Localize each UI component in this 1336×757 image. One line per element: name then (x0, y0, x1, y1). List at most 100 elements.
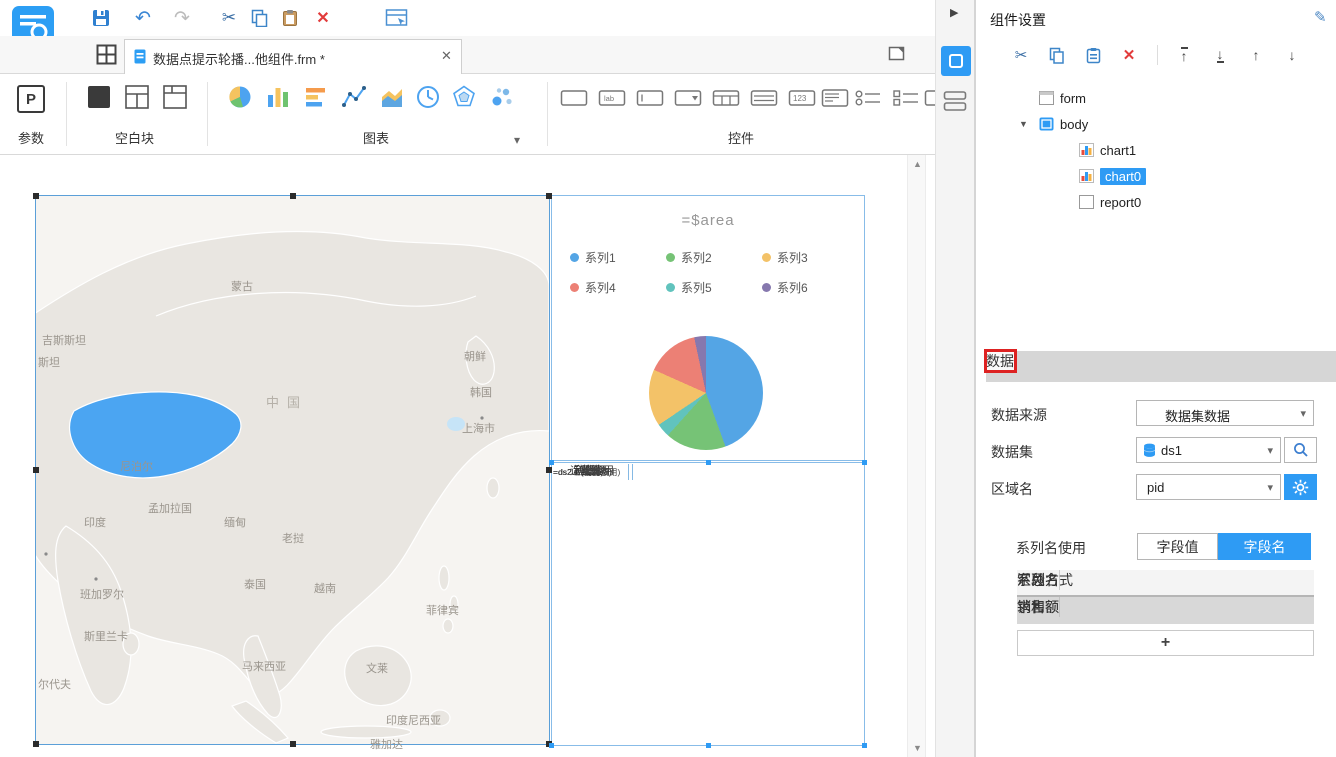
dataset-select[interactable]: ds1 ▾ (1136, 437, 1281, 463)
pie-chart-component[interactable]: =$area 系列1 系列2 系列3 系列4 系列5 系列6 (551, 195, 865, 461)
collapse-panel-icon[interactable]: ▶ (950, 6, 958, 19)
label-widget-button[interactable]: lab (598, 88, 626, 114)
bar-chart-button[interactable] (303, 84, 329, 110)
selection-handle[interactable] (33, 467, 39, 473)
tab-overflow-button[interactable] (888, 46, 906, 64)
redo-button[interactable]: ↷ (169, 5, 195, 31)
report-formula-cell[interactable]: =ds2.G(运营费用) (552, 464, 633, 480)
map-label: 文莱 (366, 663, 388, 675)
series-field-value-button[interactable]: 字段值 (1137, 533, 1218, 560)
chart-legend: 系列1 系列2 系列3 系列4 系列5 系列6 (570, 246, 860, 310)
scroll-down-icon[interactable]: ▼ (908, 739, 927, 757)
canvas-vertical-scrollbar[interactable]: ▲ ▼ (907, 155, 926, 757)
selection-handle[interactable] (290, 193, 296, 199)
button-widget-button[interactable] (924, 88, 935, 114)
textfield-widget-button[interactable] (560, 88, 588, 114)
selection-handle[interactable] (33, 741, 39, 747)
scatter-chart-button[interactable] (489, 84, 515, 110)
selection-handle[interactable] (862, 743, 867, 748)
column-chart-button[interactable] (265, 84, 291, 110)
area-chart-button[interactable] (379, 84, 405, 110)
dataset-search-button[interactable] (1284, 437, 1317, 463)
tab-data[interactable]: 数据 (984, 349, 1017, 373)
map-chart-component[interactable]: 蒙古 吉斯斯坦 斯坦 朝鲜 韩国 中国 上海市 尼泊尔 孟加拉国 印度 缅甸 老… (33, 193, 552, 751)
selection-handle[interactable] (549, 743, 554, 748)
radar-chart-button[interactable] (451, 84, 477, 110)
tree-item-chart1[interactable]: chart1 (976, 138, 1336, 164)
move-to-bottom-button[interactable]: ↓ (1208, 44, 1232, 66)
cut-icon: ✂ (221, 8, 237, 27)
combobox-widget-button[interactable] (674, 88, 702, 114)
checkbox-group-widget-button[interactable] (892, 88, 918, 114)
copy-button[interactable] (246, 5, 272, 31)
area-name-label: 区域名 (991, 481, 1033, 497)
cut-button[interactable]: ✂ (1009, 44, 1033, 66)
move-up-button[interactable]: ↑ (1244, 44, 1268, 66)
tab-block-button[interactable] (162, 84, 188, 110)
selection-handle[interactable] (290, 741, 296, 747)
selection-handle[interactable] (546, 193, 552, 199)
widget-settings-button[interactable] (941, 46, 971, 76)
paste-button[interactable] (1081, 44, 1105, 66)
add-field-button[interactable]: + (1017, 630, 1314, 656)
report-block-button[interactable] (124, 84, 150, 110)
paste-button[interactable] (277, 5, 303, 31)
move-to-top-button[interactable]: ↑ (1172, 44, 1196, 66)
save-button[interactable] (88, 5, 114, 31)
copy-button[interactable] (1045, 44, 1069, 66)
move-down-button[interactable]: ↓ (1280, 44, 1304, 66)
field-table-header-cell: 汇总方式 (1017, 572, 1073, 588)
number-widget-button[interactable]: 123 (788, 88, 816, 114)
field-table-cell[interactable]: 求和 (1017, 597, 1045, 617)
radio-group-widget-button[interactable] (854, 88, 880, 114)
selection-handle[interactable] (546, 467, 552, 473)
preview-button[interactable] (384, 5, 410, 31)
body-layout-button[interactable] (943, 90, 969, 114)
edit-pencil-icon[interactable]: ✎ (1314, 8, 1327, 26)
toolbar-divider (1157, 45, 1158, 65)
area-name-select[interactable]: pid ▾ (1136, 474, 1281, 500)
selection-handle[interactable] (549, 460, 554, 465)
selection-handle[interactable] (706, 460, 711, 465)
blank-block-button[interactable] (86, 84, 112, 110)
chart-more-chevron-icon[interactable]: ▾ (514, 133, 520, 147)
tab-close-icon[interactable]: ✕ (441, 48, 452, 64)
tree-item-body[interactable]: ▼ body (976, 112, 1336, 138)
template-list-button[interactable] (96, 44, 118, 66)
selection-handle[interactable] (706, 743, 711, 748)
document-tab[interactable]: 数据点提示轮播...他组件.frm * ✕ (124, 39, 462, 74)
selection-handle[interactable] (862, 460, 867, 465)
line-chart-button[interactable] (341, 84, 367, 110)
tree-item-report0[interactable]: report0 (976, 190, 1336, 216)
parameter-pane-button[interactable]: P (17, 85, 45, 113)
delete-button[interactable]: ✕ (1117, 44, 1141, 66)
list-widget-button[interactable] (750, 88, 778, 114)
textarea-widget-button[interactable] (821, 88, 849, 114)
area-settings-button[interactable] (1284, 474, 1317, 500)
scroll-up-icon[interactable]: ▲ (908, 155, 927, 173)
design-canvas[interactable]: 蒙古 吉斯斯坦 斯坦 朝鲜 韩国 中国 上海市 尼泊尔 孟加拉国 印度 缅甸 老… (0, 155, 935, 757)
field-table-row[interactable]: 销售额 销售额 求和 (1017, 597, 1314, 624)
tree-item-label: chart1 (1100, 143, 1137, 158)
area-name-value: pid (1147, 480, 1165, 495)
tree-collapse-icon[interactable]: ▼ (1019, 119, 1028, 129)
delete-icon: ✕ (1122, 47, 1136, 64)
delete-button[interactable]: ✕ (310, 5, 336, 31)
tree-item-chart0[interactable]: chart0 (976, 164, 1336, 190)
map-label: 印度 (84, 517, 106, 529)
tree-item-label: report0 (1100, 195, 1142, 210)
map-label: 尔代夫 (38, 679, 71, 691)
datepicker-widget-button[interactable] (712, 88, 740, 114)
undo-button[interactable]: ↶ (130, 5, 156, 31)
gauge-chart-button[interactable] (415, 84, 441, 110)
password-widget-button[interactable] (636, 88, 664, 114)
cut-button[interactable]: ✂ (216, 5, 242, 31)
pie-chart-button[interactable] (227, 84, 253, 110)
data-source-select[interactable]: 数据集数据 ▾ (1136, 400, 1314, 426)
report-block-component[interactable]: 省份 销售额 利润额 运营费用 =ds2.G(省份) =ds2.G(销售额) =… (549, 460, 867, 748)
tree-item-form[interactable]: form (976, 86, 1336, 112)
label-widget-icon: lab (598, 90, 626, 106)
dataset-label: 数据集 (991, 444, 1033, 460)
selection-handle[interactable] (33, 193, 39, 199)
series-field-name-button[interactable]: 字段名 (1218, 533, 1311, 560)
